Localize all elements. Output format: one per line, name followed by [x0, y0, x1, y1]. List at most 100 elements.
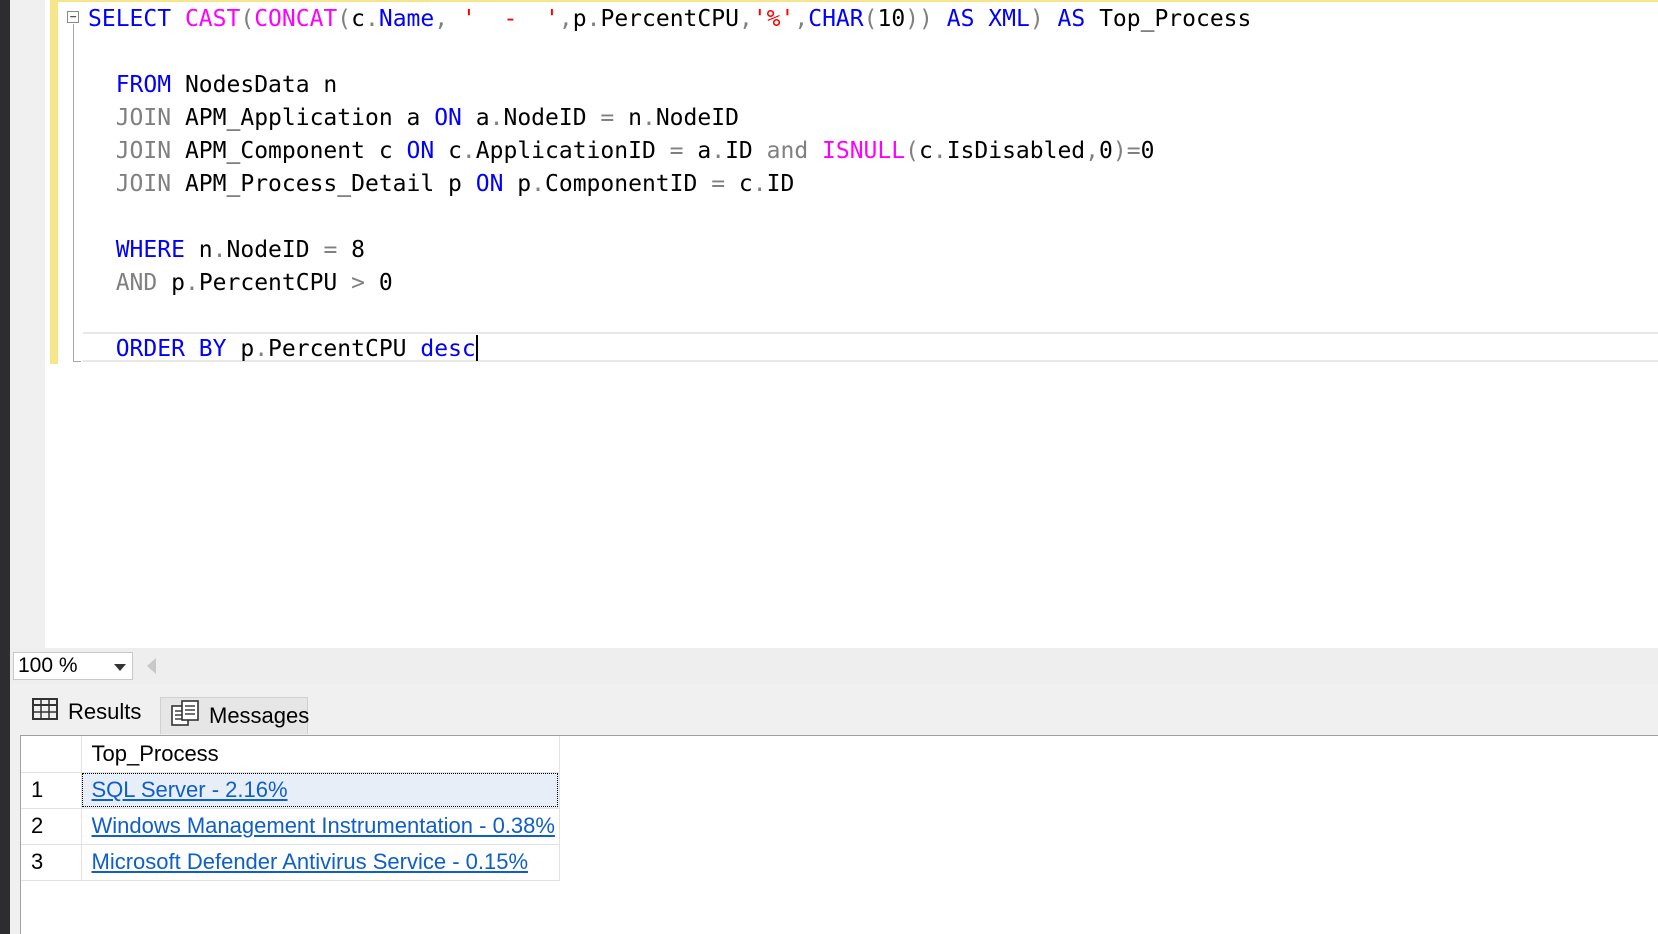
- code-token: (: [240, 6, 255, 32]
- code-line[interactable]: WHERE n.NodeID = 8: [88, 234, 1251, 267]
- code-token: desc: [420, 336, 476, 362]
- code-token: ,: [558, 6, 573, 32]
- code-line[interactable]: AND p.PercentCPU > 0: [88, 267, 1251, 300]
- tab-results[interactable]: Results: [18, 691, 158, 733]
- code-token: ON: [475, 171, 518, 197]
- code-token: AND: [115, 270, 172, 296]
- code-token: .: [641, 105, 656, 131]
- code-token: ORDER BY: [115, 336, 241, 362]
- code-token: APM_Component c: [184, 138, 407, 164]
- row-number[interactable]: 1: [21, 772, 82, 809]
- code-line[interactable]: JOIN APM_Component c ON c.ApplicationID …: [88, 135, 1251, 168]
- code-line[interactable]: ORDER BY p.PercentCPU desc: [88, 333, 1251, 366]
- code-token: WHERE: [115, 237, 199, 263]
- header-row: Top_Process: [21, 736, 560, 773]
- code-token: =: [669, 138, 698, 164]
- code-token: c: [918, 138, 933, 164]
- code-token: PercentCPU: [198, 270, 352, 296]
- code-token: JOIN: [115, 105, 185, 131]
- code-token: )): [905, 6, 933, 32]
- code-token: ,: [738, 6, 753, 32]
- tab-messages[interactable]: Messages: [160, 697, 310, 734]
- table-cell[interactable]: Microsoft Defender Antivirus Service - 0…: [81, 844, 560, 881]
- code-token: .: [711, 138, 726, 164]
- scroll-left-icon[interactable]: [147, 658, 156, 674]
- code-token: >: [351, 270, 379, 296]
- code-token: c: [351, 6, 365, 32]
- fold-guide: [73, 24, 74, 362]
- code-token: .: [531, 171, 546, 197]
- code-token: 0: [1099, 138, 1113, 164]
- code-token: p: [572, 6, 587, 32]
- code-token: .: [752, 171, 767, 197]
- tab-messages-label: Messages: [209, 703, 310, 728]
- table-cell[interactable]: Windows Management Instrumentation - 0.3…: [81, 808, 560, 845]
- code-token: ' - ': [461, 6, 559, 32]
- table-row: 2 Windows Management Instrumentation - 0…: [21, 808, 560, 845]
- results-grid[interactable]: Top_Process 1 SQL Server - 2.16% 2 Windo…: [20, 735, 1658, 934]
- code-token: '%': [752, 6, 795, 32]
- code-line[interactable]: SELECT CAST(CONCAT(c.Name, ' - ',p.Perce…: [88, 3, 1251, 36]
- code-token: NodeID: [655, 105, 739, 131]
- code-token: 0: [378, 270, 393, 296]
- code-token: =: [600, 105, 629, 131]
- change-tracking-top: [58, 0, 1658, 2]
- xml-link[interactable]: Windows Management Instrumentation - 0.3…: [92, 813, 555, 838]
- code-token: FROM: [115, 72, 185, 98]
- code-token: JOIN: [115, 138, 185, 164]
- code-token: .: [586, 6, 601, 32]
- code-line[interactable]: JOIN APM_Application a ON a.NodeID = n.N…: [88, 102, 1251, 135]
- code-line[interactable]: [88, 201, 1251, 234]
- code-token: XML: [988, 6, 1030, 32]
- code-token: (: [905, 138, 919, 164]
- xml-link[interactable]: Microsoft Defender Antivirus Service - 0…: [92, 849, 529, 874]
- text-caret: [475, 335, 478, 361]
- code-token: CONCAT: [254, 6, 338, 32]
- code-line[interactable]: [88, 300, 1251, 333]
- code-token: .: [184, 270, 199, 296]
- grid-icon: [32, 698, 58, 726]
- code-token: IsDisabled: [946, 138, 1086, 164]
- code-token: ID: [725, 138, 767, 164]
- query-editor[interactable]: − SELECT CAST(CONCAT(c.Name, ' - ',p.Per…: [10, 0, 1658, 648]
- column-header-top-process[interactable]: Top_Process: [81, 736, 560, 773]
- zoom-select[interactable]: 100 %: [13, 652, 133, 680]
- code-token: ISNULL: [822, 138, 906, 164]
- code-token: p: [240, 336, 255, 362]
- code-token: 0: [1140, 138, 1155, 164]
- table-row: 1 SQL Server - 2.16%: [21, 772, 560, 809]
- code-token: and: [766, 138, 823, 164]
- table-cell[interactable]: SQL Server - 2.16%: [81, 772, 560, 809]
- code-line[interactable]: JOIN APM_Process_Detail p ON p.Component…: [88, 168, 1251, 201]
- code-token: APM_Application a: [184, 105, 435, 131]
- xml-link[interactable]: SQL Server - 2.16%: [92, 777, 288, 802]
- code-token: ApplicationID: [475, 138, 670, 164]
- code-line[interactable]: [88, 36, 1251, 69]
- collapse-icon[interactable]: −: [67, 11, 79, 23]
- sql-code[interactable]: SELECT CAST(CONCAT(c.Name, ' - ',p.Perce…: [88, 3, 1251, 366]
- code-token: ,: [794, 6, 809, 32]
- editor-gutter: [10, 0, 45, 648]
- code-token: )=: [1112, 138, 1141, 164]
- code-line[interactable]: FROM NodesData n: [88, 69, 1251, 102]
- results-table: Top_Process 1 SQL Server - 2.16% 2 Windo…: [21, 736, 560, 881]
- code-token: AS: [1043, 6, 1100, 32]
- code-token: a: [697, 138, 712, 164]
- row-number[interactable]: 2: [21, 808, 82, 845]
- row-number[interactable]: 3: [21, 844, 82, 881]
- row-header-corner[interactable]: [21, 736, 82, 773]
- fold-guide-end: [73, 361, 81, 362]
- code-token: ): [1029, 6, 1044, 32]
- tab-results-label: Results: [68, 699, 142, 724]
- code-token: Top_Process: [1099, 6, 1252, 32]
- code-token: c: [448, 138, 462, 164]
- code-token: 8: [351, 237, 366, 263]
- code-token: ON: [406, 138, 449, 164]
- chevron-down-icon[interactable]: [114, 664, 126, 671]
- code-token: Name: [378, 6, 435, 32]
- code-token: .: [212, 237, 227, 263]
